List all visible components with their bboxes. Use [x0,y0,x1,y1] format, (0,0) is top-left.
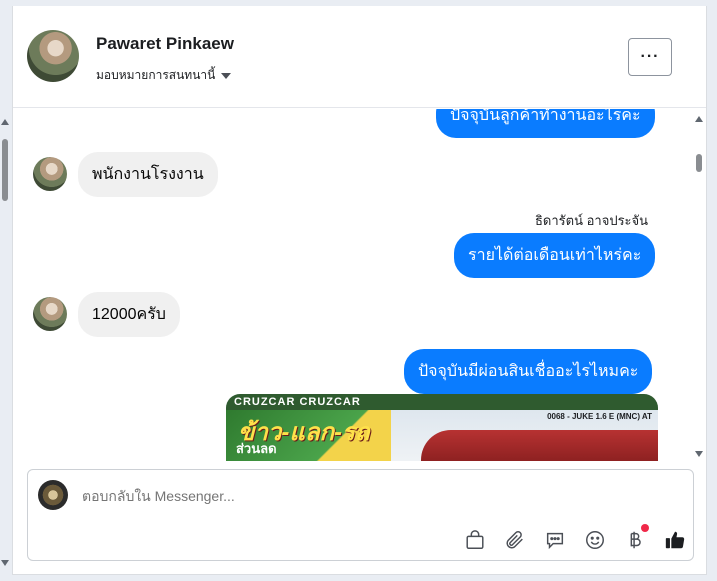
emoji-icon[interactable] [583,528,607,552]
reply-input[interactable] [82,488,642,504]
page-scrollbar[interactable] [0,115,12,570]
page-avatar [38,480,68,510]
message-composer [27,469,694,561]
conversation-panel: Pawaret Pinkaew มอบหมายการสนทนานี้ ··· ป… [12,6,707,575]
message-outgoing[interactable]: ปัจจุบันมีผ่อนสินเชื่ออะไรไหมคะ [404,349,653,394]
scroll-up-arrow-icon[interactable] [695,116,703,122]
thread-scrollbar[interactable] [693,114,705,459]
assign-conversation-dropdown[interactable]: มอบหมายการสนทนานี้ [96,66,232,85]
bag-icon[interactable] [463,528,487,552]
message-outgoing[interactable]: รายได้ต่อเดือนเท่าไหร่คะ [454,233,656,278]
scroll-down-arrow-icon[interactable] [1,560,9,566]
assign-label: มอบหมายการสนทนานี้ [96,68,216,82]
car-image [421,430,658,461]
paperclip-icon[interactable] [503,528,527,552]
promo-model-text: 0068 - JUKE 1.6 E (MNC) AT [547,412,652,421]
promo-image-attachment[interactable]: CRUZCAR CRUZCAR ข้าว-แลก-รถ ส่วนลด 20,00… [226,394,658,461]
thumbs-up-icon[interactable] [663,528,687,552]
baht-icon[interactable] [623,524,649,552]
scroll-thumb[interactable] [696,154,702,172]
promo-discount-amount: 20,000บาท [234,452,342,461]
more-options-button[interactable]: ··· [628,38,672,76]
message-incoming[interactable]: พนักงานโรงงาน [78,152,218,197]
caret-down-icon [221,72,232,79]
message-incoming[interactable]: 12000ครับ [78,292,180,337]
notification-dot [641,524,649,532]
conversation-header: Pawaret Pinkaew มอบหมายการสนทนานี้ ··· [13,6,706,108]
composer-toolbar [463,524,687,552]
saved-reply-icon[interactable] [543,528,567,552]
contact-name[interactable]: Pawaret Pinkaew [96,34,234,54]
message-outgoing[interactable]: ปัจจุบันลูกค้าทำงานอะไรคะ [436,109,655,138]
sender-avatar [33,297,67,331]
message-thread[interactable]: ปัจจุบันลูกค้าทำงานอะไรคะ พนักงานโรงงาน … [13,109,708,461]
sender-avatar [33,157,67,191]
scroll-thumb[interactable] [2,139,8,201]
contact-avatar[interactable] [27,30,79,82]
scroll-down-arrow-icon[interactable] [695,451,703,457]
agent-name-label: ธิดารัตน์ อาจประจัน [535,213,649,228]
scroll-up-arrow-icon[interactable] [1,119,9,125]
promo-brand-banner: CRUZCAR CRUZCAR [226,394,658,410]
